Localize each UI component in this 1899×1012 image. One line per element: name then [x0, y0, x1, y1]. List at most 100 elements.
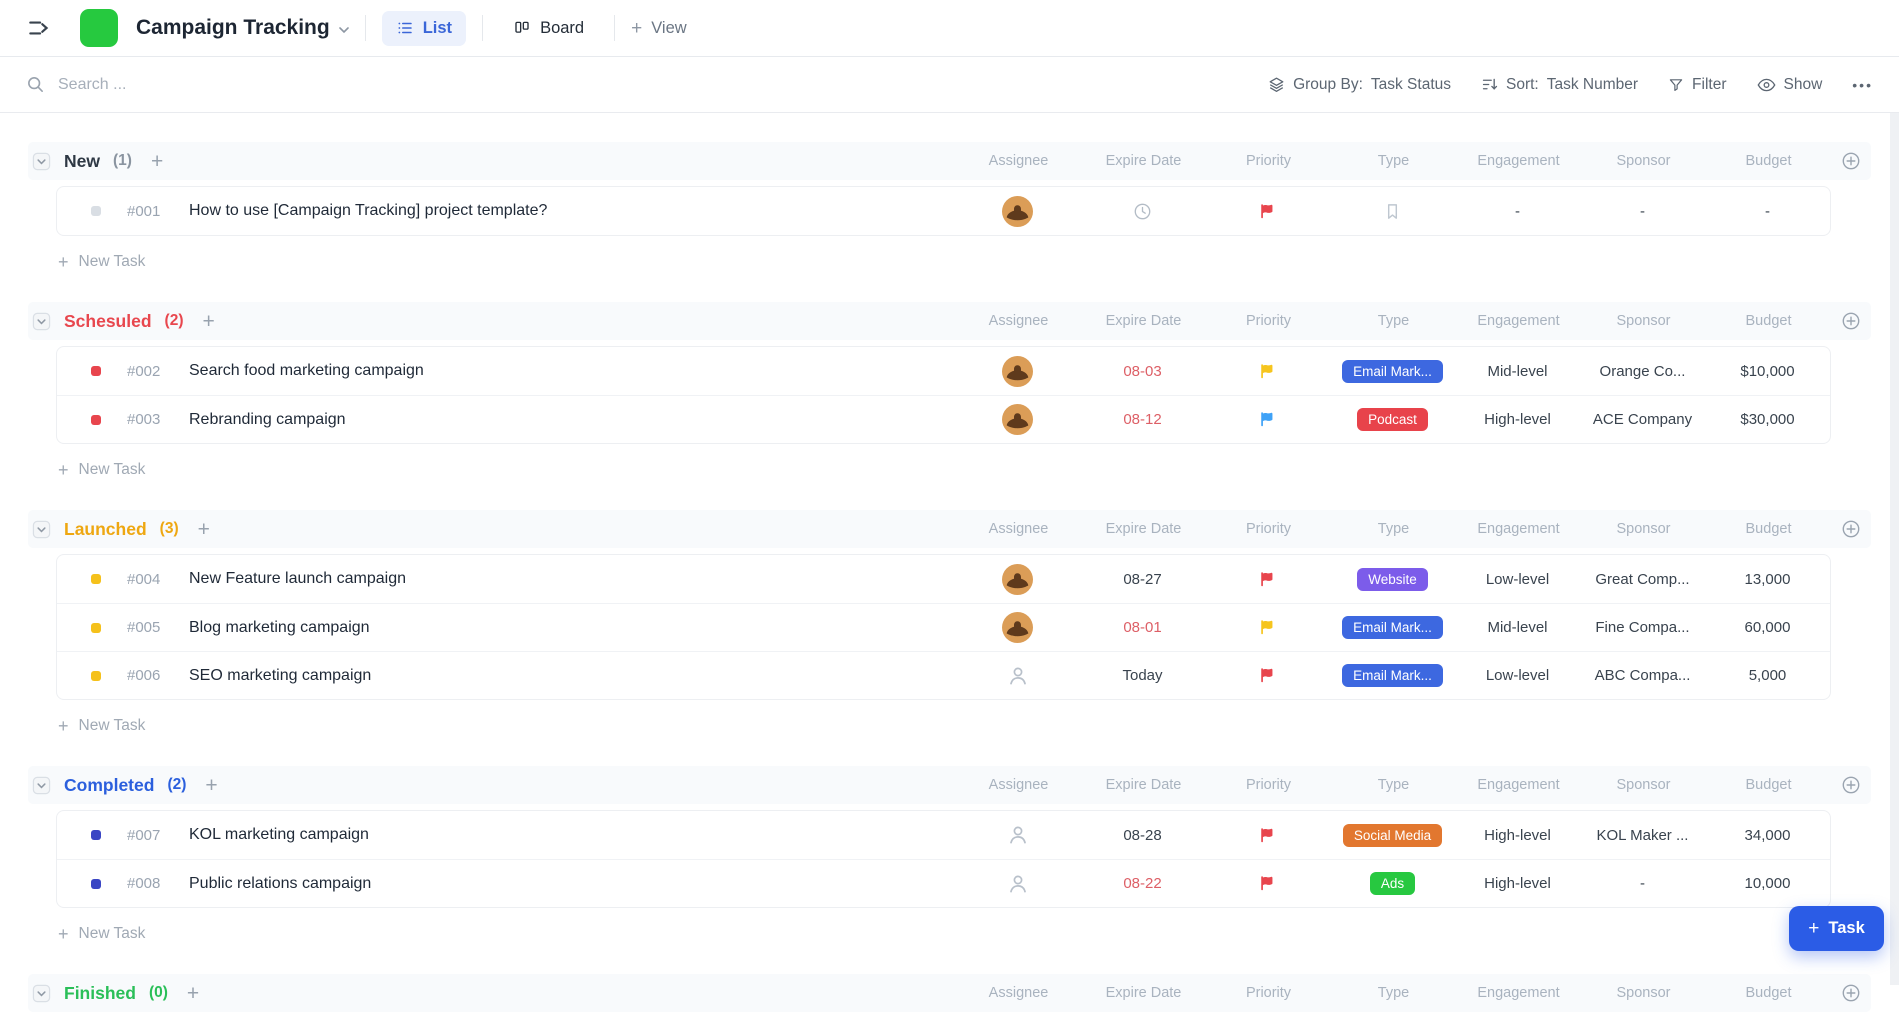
budget-cell[interactable]: 10,000 — [1705, 875, 1830, 892]
assignee-cell[interactable] — [955, 404, 1080, 435]
sidebar-toggle-icon[interactable] — [26, 15, 52, 41]
column-header-expire-date[interactable]: Expire Date — [1081, 777, 1206, 793]
expire-date-cell[interactable] — [1080, 202, 1205, 221]
budget-cell[interactable]: 34,000 — [1705, 827, 1830, 844]
add-column-icon[interactable] — [1841, 775, 1861, 795]
column-header-expire-date[interactable]: Expire Date — [1081, 153, 1206, 169]
column-header-engagement[interactable]: Engagement — [1456, 985, 1581, 1001]
expire-date-cell[interactable]: 08-27 — [1080, 571, 1205, 588]
collapse-group-icon[interactable] — [32, 520, 51, 539]
engagement-cell[interactable]: Mid-level — [1455, 363, 1580, 380]
expire-date-cell[interactable]: 08-22 — [1080, 875, 1205, 892]
column-header-assignee[interactable]: Assignee — [956, 985, 1081, 1001]
add-column-icon[interactable] — [1841, 151, 1861, 171]
add-column-icon[interactable] — [1841, 311, 1861, 331]
column-header-sponsor[interactable]: Sponsor — [1581, 777, 1706, 793]
engagement-cell[interactable]: - — [1455, 203, 1580, 220]
sponsor-cell[interactable]: ABC Compa... — [1580, 667, 1705, 684]
add-column-icon[interactable] — [1841, 519, 1861, 539]
task-name[interactable]: Search food marketing campaign — [189, 362, 424, 380]
priority-cell[interactable] — [1205, 875, 1330, 892]
column-header-priority[interactable]: Priority — [1206, 153, 1331, 169]
column-header-budget[interactable]: Budget — [1706, 313, 1831, 329]
filter-control[interactable]: Filter — [1668, 76, 1726, 94]
add-task-to-group-button[interactable]: + — [187, 983, 199, 1004]
task-name[interactable]: Blog marketing campaign — [189, 619, 370, 637]
column-header-assignee[interactable]: Assignee — [956, 313, 1081, 329]
priority-cell[interactable] — [1205, 363, 1330, 380]
add-task-to-group-button[interactable]: + — [205, 775, 217, 796]
type-cell[interactable]: Email Mark... — [1330, 616, 1455, 639]
priority-cell[interactable] — [1205, 619, 1330, 636]
search-input[interactable] — [56, 75, 476, 95]
priority-cell[interactable] — [1205, 667, 1330, 684]
assignee-cell[interactable] — [955, 664, 1080, 688]
column-header-type[interactable]: Type — [1331, 313, 1456, 329]
sponsor-cell[interactable]: Great Comp... — [1580, 571, 1705, 588]
expire-date-cell[interactable]: 08-03 — [1080, 363, 1205, 380]
sponsor-cell[interactable]: Orange Co... — [1580, 363, 1705, 380]
priority-cell[interactable] — [1205, 203, 1330, 220]
column-header-assignee[interactable]: Assignee — [956, 521, 1081, 537]
column-header-priority[interactable]: Priority — [1206, 313, 1331, 329]
priority-cell[interactable] — [1205, 827, 1330, 844]
task-status-square[interactable] — [91, 366, 101, 376]
sponsor-cell[interactable]: ACE Company — [1580, 411, 1705, 428]
engagement-cell[interactable]: Low-level — [1455, 571, 1580, 588]
engagement-cell[interactable]: High-level — [1455, 411, 1580, 428]
column-header-priority[interactable]: Priority — [1206, 985, 1331, 1001]
type-cell[interactable]: Email Mark... — [1330, 664, 1455, 687]
task-name[interactable]: Public relations campaign — [189, 875, 371, 893]
engagement-cell[interactable]: Mid-level — [1455, 619, 1580, 636]
task-name[interactable]: How to use [Campaign Tracking] project t… — [189, 202, 547, 220]
budget-cell[interactable]: - — [1705, 203, 1830, 220]
collapse-group-icon[interactable] — [32, 776, 51, 795]
type-cell[interactable]: Social Media — [1330, 824, 1455, 847]
add-column-icon[interactable] — [1841, 983, 1861, 1003]
task-row[interactable]: #008 Public relations campaign 08-22 Ads… — [57, 859, 1830, 907]
new-task-button[interactable]: + New Task — [58, 452, 145, 488]
type-cell[interactable]: Ads — [1330, 872, 1455, 895]
task-row[interactable]: #003 Rebranding campaign 08-12 Podcast H… — [57, 395, 1830, 443]
type-cell[interactable]: Email Mark... — [1330, 360, 1455, 383]
group-by-control[interactable]: Group By: Task Status — [1268, 76, 1451, 94]
task-status-square[interactable] — [91, 671, 101, 681]
column-header-engagement[interactable]: Engagement — [1456, 521, 1581, 537]
task-name[interactable]: Rebranding campaign — [189, 411, 346, 429]
column-header-type[interactable]: Type — [1331, 777, 1456, 793]
column-header-priority[interactable]: Priority — [1206, 521, 1331, 537]
column-header-sponsor[interactable]: Sponsor — [1581, 313, 1706, 329]
list-color-badge[interactable] — [80, 9, 118, 47]
task-status-square[interactable] — [91, 415, 101, 425]
budget-cell[interactable]: $30,000 — [1705, 411, 1830, 428]
add-task-to-group-button[interactable]: + — [203, 311, 215, 332]
priority-cell[interactable] — [1205, 411, 1330, 428]
task-row[interactable]: #002 Search food marketing campaign 08-0… — [57, 347, 1830, 395]
column-header-sponsor[interactable]: Sponsor — [1581, 985, 1706, 1001]
budget-cell[interactable]: 13,000 — [1705, 571, 1830, 588]
column-header-assignee[interactable]: Assignee — [956, 777, 1081, 793]
budget-cell[interactable]: $10,000 — [1705, 363, 1830, 380]
assignee-cell[interactable] — [955, 196, 1080, 227]
task-status-square[interactable] — [91, 206, 101, 216]
priority-cell[interactable] — [1205, 571, 1330, 588]
expire-date-cell[interactable]: Today — [1080, 667, 1205, 684]
scrollbar-track[interactable] — [1890, 113, 1899, 985]
column-header-budget[interactable]: Budget — [1706, 153, 1831, 169]
column-header-budget[interactable]: Budget — [1706, 777, 1831, 793]
sponsor-cell[interactable]: - — [1580, 875, 1705, 892]
budget-cell[interactable]: 60,000 — [1705, 619, 1830, 636]
task-row[interactable]: #001 How to use [Campaign Tracking] proj… — [57, 187, 1830, 235]
column-header-budget[interactable]: Budget — [1706, 521, 1831, 537]
engagement-cell[interactable]: High-level — [1455, 875, 1580, 892]
expire-date-cell[interactable]: 08-01 — [1080, 619, 1205, 636]
budget-cell[interactable]: 5,000 — [1705, 667, 1830, 684]
expire-date-cell[interactable]: 08-28 — [1080, 827, 1205, 844]
tab-list[interactable]: List — [382, 11, 466, 46]
sponsor-cell[interactable]: Fine Compa... — [1580, 619, 1705, 636]
column-header-expire-date[interactable]: Expire Date — [1081, 985, 1206, 1001]
new-task-button[interactable]: + New Task — [58, 708, 145, 744]
more-options-button[interactable]: ••• — [1852, 77, 1873, 93]
column-header-expire-date[interactable]: Expire Date — [1081, 521, 1206, 537]
title-dropdown-caret-icon[interactable] — [339, 27, 349, 34]
